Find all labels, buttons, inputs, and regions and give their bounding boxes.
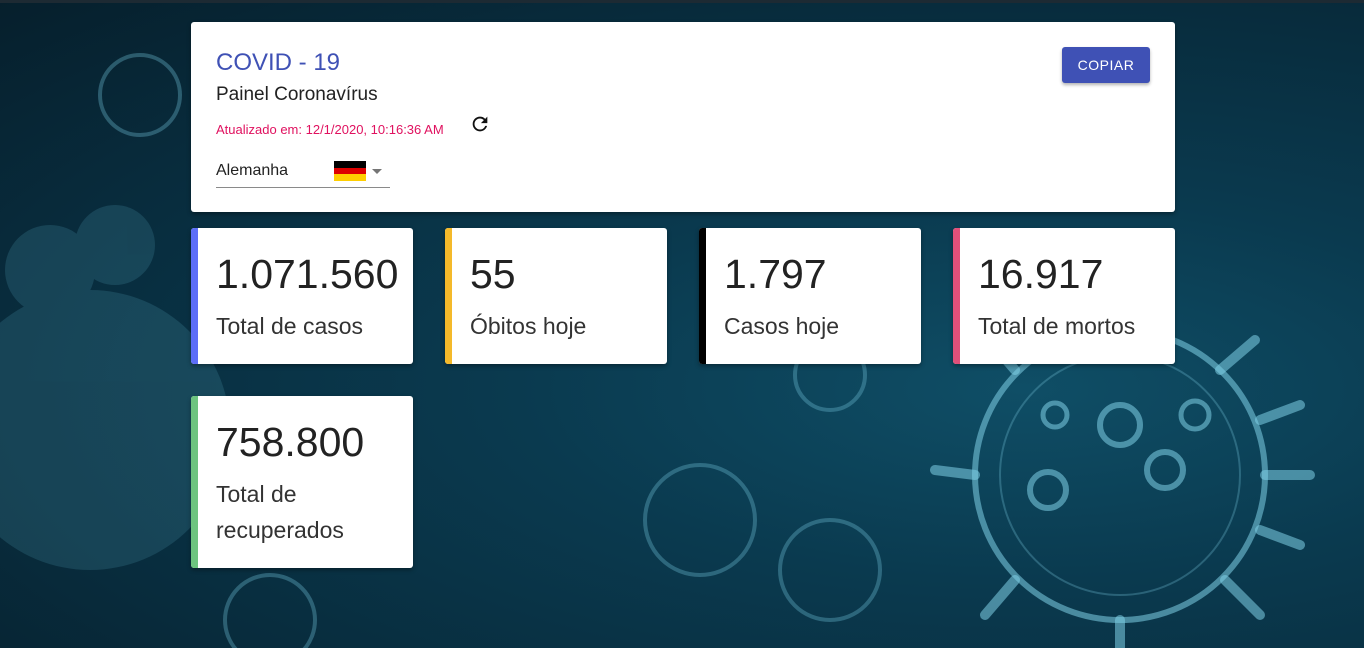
last-updated-text: Atualizado em: 12/1/2020, 10:16:36 AM [216,122,444,137]
germany-flag-icon [334,161,366,181]
country-select[interactable]: Alemanha [216,156,390,188]
stat-value: 16.917 [978,251,1104,297]
stat-card-total-deaths: 16.917 Total de mortos [953,228,1175,364]
page-subtitle: Painel Coronavírus [216,84,378,105]
page-title: COVID - 19 [216,49,341,76]
country-select-value: Alemanha [216,162,289,179]
stat-value: 758.800 [216,419,365,465]
stat-value: 1.071.560 [216,251,399,297]
stat-label: Total de casos [216,313,364,339]
stat-accent-bar [953,228,960,364]
chevron-down-icon [372,169,382,174]
stat-label: Total de recuperados [216,481,344,543]
stat-accent-bar [699,228,706,364]
stat-value: 1.797 [724,251,827,297]
stat-accent-bar [191,396,198,568]
refresh-icon[interactable] [469,113,491,135]
stat-label: Total de mortos [978,313,1136,339]
stat-card-total-recovered: 758.800 Total de recuperados [191,396,413,568]
stat-accent-bar [191,228,198,364]
stat-card-total-cases: 1.071.560 Total de casos [191,228,413,364]
stat-value: 55 [470,251,516,297]
stat-accent-bar [445,228,452,364]
stat-card-cases-today: 1.797 Casos hoje [699,228,921,364]
stat-card-deaths-today: 55 Óbitos hoje [445,228,667,364]
stat-label: Casos hoje [724,313,840,339]
copy-button[interactable]: COPIAR [1062,47,1150,83]
header-card: COVID - 19 Painel Coronavírus Atualizado… [191,22,1175,212]
stat-label: Óbitos hoje [470,313,587,339]
